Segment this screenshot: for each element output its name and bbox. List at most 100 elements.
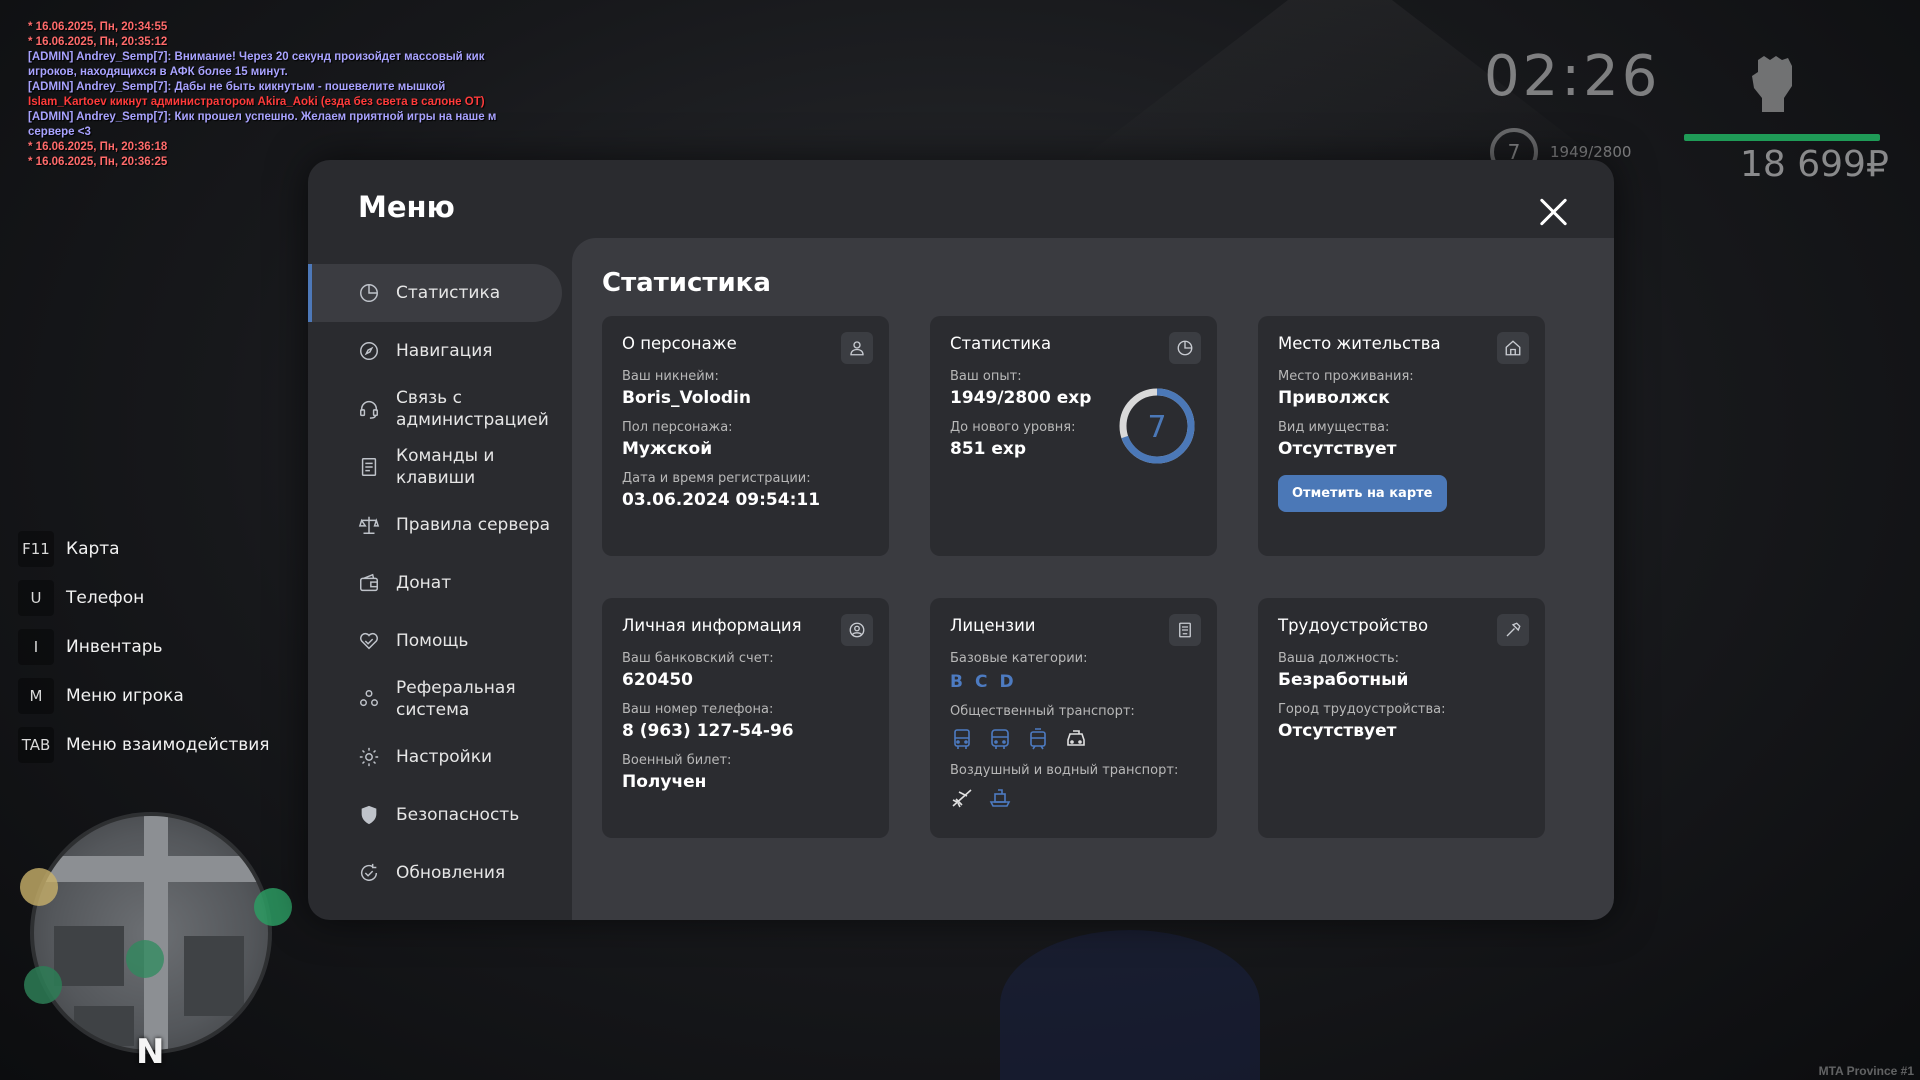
nav-label: Безопасность <box>396 805 520 825</box>
hotkey-inventory: I Инвентарь <box>18 622 278 671</box>
field-label: Военный билет: <box>622 753 732 768</box>
hotkey-key: F11 <box>18 530 54 567</box>
nav-label: Настройки <box>396 747 493 767</box>
card-title: Трудоустройство <box>1278 616 1429 635</box>
headset-icon <box>360 401 378 419</box>
card-title: Статистика <box>950 334 1052 353</box>
field-label: Ваш номер телефона: <box>622 702 774 717</box>
heart-hand-icon <box>360 632 378 650</box>
nav-item-updates[interactable]: Обновления <box>308 844 560 902</box>
nav-item-navigation[interactable]: Навигация <box>308 322 560 380</box>
watermark: MTA Province #1 <box>1818 1064 1914 1078</box>
nav-item-help[interactable]: Помощь <box>308 612 560 670</box>
hotkey-label: Меню игрока <box>66 685 184 706</box>
license-category: C <box>974 672 988 692</box>
air-water-icons <box>950 786 1197 810</box>
nav-item-statistics[interactable]: Статистика <box>308 264 562 322</box>
mark-on-map-button[interactable]: Отметить на карте <box>1278 475 1447 512</box>
nav-item-security[interactable]: Безопасность <box>308 786 560 844</box>
chat-line: [ADMIN] Andrey_Semp[7]: Кик прошел успеш… <box>28 111 497 138</box>
hotkey-map: F11 Карта <box>18 524 278 573</box>
nav-item-donate[interactable]: Донат <box>308 554 560 612</box>
section-title: Статистика <box>602 268 771 298</box>
background-object <box>1000 930 1260 1080</box>
sidebar: Статистика Навигация Связь с администрац… <box>308 264 562 902</box>
chat-line: * 16.06.2025, Пн, 20:36:18 <box>28 141 168 153</box>
hotkey-key: TAB <box>18 726 54 763</box>
nav-label: Правила сервера <box>396 515 551 535</box>
minimap-building <box>184 936 244 1016</box>
license-icon <box>1169 614 1201 646</box>
card-title: О персонаже <box>622 334 737 353</box>
plane-icon <box>952 789 972 808</box>
field-label: Ваш банковский счет: <box>622 651 774 666</box>
nav-item-contact-admin[interactable]: Связь с администрацией <box>308 380 560 438</box>
hotkey-label: Меню взаимодействия <box>66 734 270 755</box>
field-label: Ваш опыт: <box>950 369 1022 384</box>
minimap-road <box>144 816 168 1050</box>
content-panel: Статистика О персонаже Ваш никнейм: Bori… <box>572 238 1614 920</box>
public-transport-icons <box>950 727 1197 751</box>
nav-label: Навигация <box>396 341 493 361</box>
health-bar <box>1684 134 1880 141</box>
building-blip-icon <box>24 966 62 1004</box>
car-blip-icon <box>254 888 292 926</box>
card-title: Лицензии <box>950 616 1036 635</box>
nav-label: Команды и клавиши <box>396 446 495 488</box>
menu-title: Меню <box>358 190 455 224</box>
field-value-residence: Приволжск <box>1278 388 1390 408</box>
nav-label: Обновления <box>396 863 506 883</box>
bank-blip-icon <box>126 940 164 978</box>
hotkey-label: Телефон <box>66 587 145 608</box>
hotkey-player-menu: M Меню игрока <box>18 671 278 720</box>
field-value-registration: 03.06.2024 09:54:11 <box>622 490 821 510</box>
user-icon <box>841 332 873 364</box>
shield-icon <box>361 805 377 825</box>
minimap-building <box>54 926 124 986</box>
document-icon <box>361 458 377 476</box>
hotkey-label: Инвентарь <box>66 636 163 657</box>
nav-item-commands[interactable]: Команды и клавиши <box>308 438 560 496</box>
chat-line: [ADMIN] Andrey_Semp[7]: Внимание! Через … <box>28 51 485 78</box>
chat-line: [ADMIN] Andrey_Semp[7]: Дабы не быть кик… <box>28 81 446 93</box>
nav-label: Помощь <box>396 631 469 651</box>
field-label: Вид имущества: <box>1278 420 1390 435</box>
compass-icon <box>360 342 378 360</box>
menu-window: Меню Статистика Навигация Связь с админи… <box>308 160 1614 920</box>
wallet-icon <box>360 573 378 592</box>
hotkey-key: U <box>18 579 54 616</box>
field-label: Место проживания: <box>1278 369 1414 384</box>
hud-exp-value: 1949/2800 <box>1550 143 1632 161</box>
field-label: Воздушный и водный транспорт: <box>950 763 1179 778</box>
ship-icon <box>989 789 1011 807</box>
fist-icon <box>1752 56 1792 112</box>
field-label: Город трудоустройства: <box>1278 702 1446 717</box>
license-category: D <box>999 672 1014 692</box>
gamepad-blip-icon <box>20 868 58 906</box>
minimap <box>30 812 272 1054</box>
chat-line: * 16.06.2025, Пн, 20:34:55 <box>28 21 168 33</box>
nav-item-settings[interactable]: Настройки <box>308 728 560 786</box>
hud-money: 18 699₽ <box>1740 144 1889 185</box>
card-employment: Трудоустройство Ваша должность: Безработ… <box>1258 598 1545 838</box>
close-button[interactable] <box>1538 196 1570 228</box>
nav-label: Реферальная система <box>396 678 516 720</box>
taxi-icon <box>1067 730 1085 746</box>
scales-icon <box>358 516 380 534</box>
nav-item-rules[interactable]: Правила сервера <box>308 496 560 554</box>
field-value-city: Отсутствует <box>1278 721 1397 741</box>
field-value-nickname: Boris_Volodin <box>622 388 751 408</box>
nav-item-referral[interactable]: Реферальная система <box>308 670 560 728</box>
pie-chart-icon <box>360 284 378 302</box>
nav-label: Связь с администрацией <box>396 388 549 430</box>
gear-icon <box>359 747 379 767</box>
minimap-north: N <box>136 1032 165 1072</box>
card-residence: Место жительства Место проживания: Приво… <box>1258 316 1545 556</box>
bus-icon <box>954 729 970 749</box>
hotkey-interaction-menu: TAB Меню взаимодействия <box>18 720 278 769</box>
user-circle-icon <box>841 614 873 646</box>
field-label: Ваш никнейм: <box>622 369 719 384</box>
nav-label: Статистика <box>396 283 501 303</box>
license-categories: B C D <box>950 672 1197 692</box>
field-value-position: Безработный <box>1278 670 1409 690</box>
